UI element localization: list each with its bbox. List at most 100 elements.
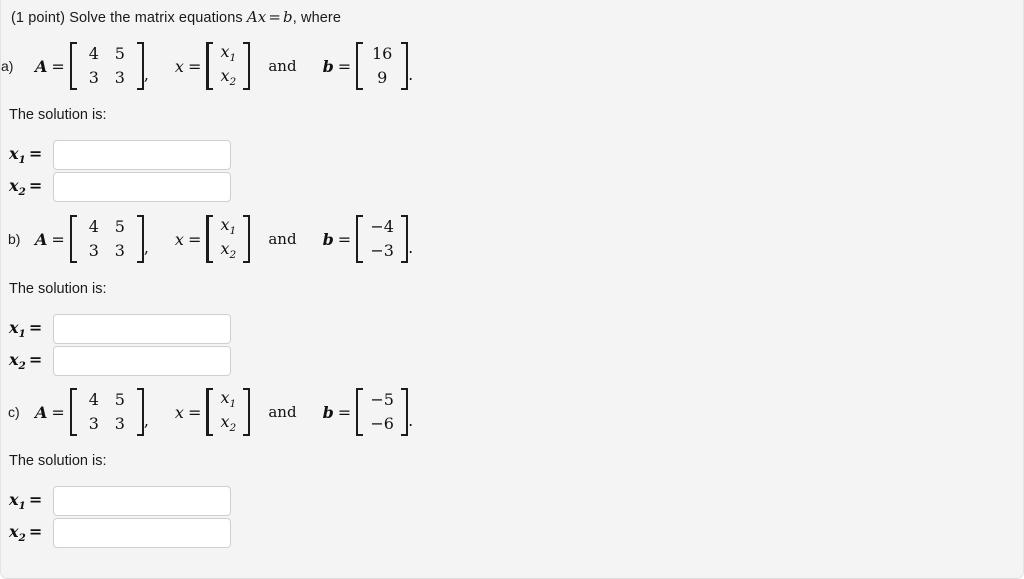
vector-x-symbol: x: [174, 229, 184, 249]
matrix-row: −3: [367, 239, 397, 263]
solution-heading-a: The solution is:: [9, 107, 107, 123]
right-bracket-icon: [136, 215, 144, 263]
matrix-row: 4 5: [81, 388, 133, 412]
vector-cell: 16: [371, 44, 393, 63]
conjunction-and: and: [268, 230, 297, 248]
vector-cell: −4: [370, 217, 394, 236]
equals-sign: =: [187, 56, 202, 76]
answer-label-x2: x2 =: [9, 521, 43, 545]
equals-sign: =: [337, 56, 352, 76]
vector-cell: −5: [370, 390, 394, 409]
matrix-cells: −5 −6: [363, 388, 401, 436]
question-prompt: (1 point) Solve the matrix equations Ax =…: [11, 8, 341, 26]
matrix-a-bracketed: 4 5 3 3: [69, 42, 144, 90]
answer-row-b-x1: x1 =: [9, 314, 231, 344]
matrix-cell: 4: [88, 44, 99, 63]
vector-b-bracketed: −4 −3: [356, 215, 409, 263]
prompt-math-A: A: [246, 8, 258, 26]
prompt-lead-text: Solve the matrix equations: [69, 10, 243, 26]
solution-heading-c: The solution is:: [9, 453, 107, 469]
matrix-row: 4 5: [81, 215, 133, 239]
answer-label-x1: x1 =: [9, 317, 43, 341]
answer-row-c-x2: x2 =: [9, 518, 231, 548]
comma-separator: ,: [143, 238, 149, 257]
problem-card: (1 point) Solve the matrix equations Ax =…: [0, 0, 1024, 579]
left-bracket-icon: [356, 215, 364, 263]
matrix-row: −5: [367, 388, 397, 412]
equals-sign: =: [337, 229, 352, 249]
matrix-row: x2: [217, 412, 239, 436]
vector-b-symbol: b: [322, 229, 334, 249]
vector-b-bracketed: 16 9: [356, 42, 409, 90]
answer-input-c-x2[interactable]: [53, 518, 231, 548]
matrix-row: x2: [217, 66, 239, 90]
matrix-row: x1: [217, 42, 239, 66]
right-bracket-icon: [401, 388, 409, 436]
vector-x-bracketed: x1 x2: [206, 215, 251, 263]
matrix-a-symbol: A: [35, 402, 48, 422]
vector-cell: x2: [220, 66, 237, 89]
matrix-cells: −4 −3: [363, 215, 401, 263]
left-bracket-icon: [69, 215, 77, 263]
matrix-row: x1: [217, 215, 239, 239]
vector-b-bracketed: −5 −6: [356, 388, 409, 436]
prompt-equals-sign: =: [268, 8, 282, 26]
matrix-row: 3 3: [81, 66, 133, 90]
part-label-c: c): [8, 404, 20, 420]
matrix-cells: 4 5 3 3: [77, 215, 137, 263]
prompt-tail-text: , where: [292, 10, 341, 26]
part-label-b: b): [8, 231, 21, 247]
answer-label-x1: x1 =: [9, 489, 43, 513]
equals-sign: =: [51, 402, 65, 422]
left-bracket-icon: [356, 388, 364, 436]
vector-x-bracketed: x1 x2: [206, 42, 251, 90]
matrix-cell: 5: [114, 44, 125, 63]
matrix-row: 16: [367, 42, 397, 66]
solution-heading-b: The solution is:: [9, 281, 107, 297]
matrix-cells: 4 5 3 3: [77, 42, 137, 90]
answer-input-b-x2[interactable]: [53, 346, 231, 376]
vector-b-symbol: b: [322, 402, 334, 422]
answer-input-a-x2[interactable]: [53, 172, 231, 202]
answer-input-b-x1[interactable]: [53, 314, 231, 344]
conjunction-and: and: [268, 403, 297, 421]
matrix-cell: 3: [114, 414, 125, 433]
conjunction-and: and: [268, 57, 297, 75]
vector-x-bracketed: x1 x2: [206, 388, 251, 436]
vector-cell: −6: [370, 414, 394, 433]
equals-sign: =: [187, 229, 202, 249]
left-bracket-icon: [206, 215, 214, 263]
matrix-a-bracketed: 4 5 3 3: [69, 215, 144, 263]
part-label-a: a): [1, 58, 14, 74]
matrix-row: −6: [367, 412, 397, 436]
vector-cell: x1: [220, 215, 237, 238]
right-bracket-icon: [401, 42, 409, 90]
matrix-row: 3 3: [81, 412, 133, 436]
matrix-a-symbol: A: [35, 229, 48, 249]
matrix-cell: 5: [114, 217, 125, 236]
equals-sign: =: [51, 56, 65, 76]
equation-row-c: c) A = 4 5 3 3 , x = x1 x2 and b = −5 −6…: [1, 384, 413, 440]
vector-cell: 9: [377, 68, 388, 87]
matrix-a-symbol: A: [35, 56, 48, 76]
answer-input-a-x1[interactable]: [53, 140, 231, 170]
answer-label-x2: x2 =: [9, 349, 43, 373]
equals-sign: =: [51, 229, 65, 249]
matrix-cell: 3: [88, 414, 99, 433]
vector-cell: x1: [220, 42, 237, 65]
vector-b-symbol: b: [322, 56, 334, 76]
matrix-row: 9: [367, 66, 397, 90]
left-bracket-icon: [206, 42, 214, 90]
matrix-row: 4 5: [81, 42, 133, 66]
answer-input-c-x1[interactable]: [53, 486, 231, 516]
answer-row-a-x2: x2 =: [9, 172, 231, 202]
matrix-a-bracketed: 4 5 3 3: [69, 388, 144, 436]
matrix-cells: x1 x2: [213, 215, 243, 263]
matrix-row: −4: [367, 215, 397, 239]
period-mark: .: [408, 65, 414, 84]
matrix-cell: 4: [88, 390, 99, 409]
matrix-cells: x1 x2: [213, 388, 243, 436]
left-bracket-icon: [356, 42, 364, 90]
answer-row-c-x1: x1 =: [9, 486, 231, 516]
matrix-cells: 4 5 3 3: [77, 388, 137, 436]
